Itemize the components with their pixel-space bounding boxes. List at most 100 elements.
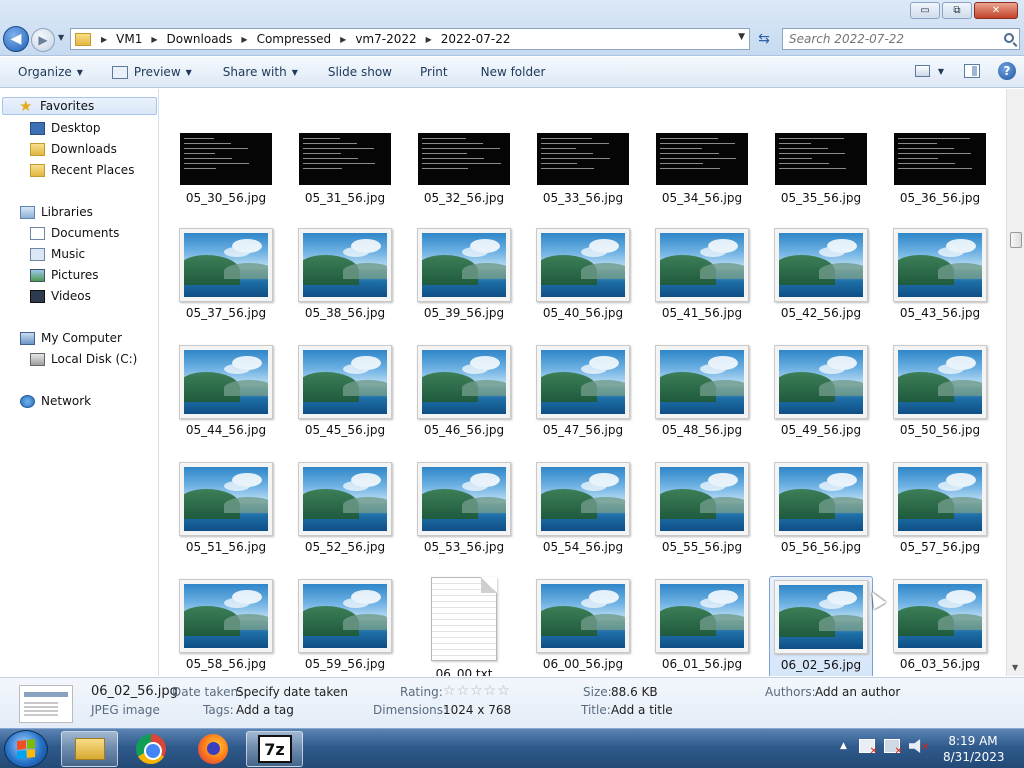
start-button[interactable] (4, 730, 48, 768)
title-value[interactable]: Add a title (611, 703, 673, 717)
recent-pages-dropdown[interactable]: ▼ (58, 33, 64, 42)
nav-downloads[interactable]: Downloads (30, 140, 117, 158)
file-item[interactable]: 05_36_56.jpg (888, 129, 992, 205)
nav-libraries[interactable]: Libraries (20, 203, 93, 221)
slide-show-button[interactable]: Slide show (307, 57, 401, 87)
file-item[interactable]: 05_30_56.jpg (174, 129, 278, 205)
file-item[interactable]: 05_32_56.jpg (412, 129, 516, 205)
view-dropdown-icon[interactable]: ▼ (938, 67, 944, 76)
taskbar-firefox[interactable] (184, 731, 241, 767)
file-item[interactable]: 05_46_56.jpg (412, 345, 516, 437)
file-item[interactable]: 05_39_56.jpg (412, 228, 516, 320)
breadcrumb-item-vm1[interactable]: VM1 (116, 32, 142, 46)
file-item[interactable]: 05_44_56.jpg (174, 345, 278, 437)
chevron-right-icon[interactable]: ▶ (340, 35, 346, 44)
breadcrumb-item-vm7-2022[interactable]: vm7-2022 (355, 32, 416, 46)
taskbar-7zip[interactable]: 7z (246, 731, 303, 767)
file-item[interactable]: 06_01_56.jpg (650, 579, 754, 671)
action-center-icon[interactable] (858, 739, 878, 757)
nav-documents[interactable]: Documents (30, 224, 119, 242)
file-item[interactable]: 05_38_56.jpg (293, 228, 397, 320)
breadcrumb-item-downloads[interactable]: Downloads (167, 32, 233, 46)
nav-network[interactable]: Network (20, 392, 91, 410)
tags-value[interactable]: Add a tag (236, 703, 294, 717)
rating-stars[interactable]: ☆☆☆☆☆ (443, 683, 511, 699)
change-view-icon[interactable] (914, 65, 930, 77)
nav-pictures[interactable]: Pictures (30, 266, 99, 284)
search-icon[interactable] (1004, 33, 1014, 43)
file-item[interactable]: 05_55_56.jpg (650, 462, 754, 554)
file-item[interactable]: 05_52_56.jpg (293, 462, 397, 554)
scroll-down-icon[interactable]: ▼ (1012, 663, 1018, 672)
nav-local-disk[interactable]: Local Disk (C:) (30, 350, 137, 368)
file-item[interactable]: 06_00.txt (412, 577, 516, 676)
clock-date: 8/31/2023 (943, 750, 1005, 764)
clock[interactable]: 8:19 AM 8/31/2023 (943, 733, 1005, 765)
file-item[interactable]: 05_35_56.jpg (769, 129, 873, 205)
chevron-right-icon[interactable]: ▶ (151, 35, 157, 44)
minimize-button[interactable]: ▭ (910, 2, 940, 19)
file-item[interactable]: 05_58_56.jpg (174, 579, 278, 671)
breadcrumb-item-compressed[interactable]: Compressed (257, 32, 332, 46)
volume-icon[interactable]: ✕ (908, 739, 929, 753)
authors-value[interactable]: Add an author (815, 685, 900, 699)
taskbar-explorer[interactable] (61, 731, 118, 767)
nav-videos[interactable]: Videos (30, 287, 91, 305)
vertical-scrollbar[interactable]: ▼ (1006, 89, 1024, 676)
file-item[interactable]: 06_00_56.jpg (531, 579, 635, 671)
file-item[interactable]: 05_59_56.jpg (293, 579, 397, 671)
file-item[interactable]: 05_57_56.jpg (888, 462, 992, 554)
nav-favorites[interactable]: ★ Favorites (2, 97, 157, 115)
file-item[interactable]: 05_31_56.jpg (293, 129, 397, 205)
file-item[interactable]: 05_47_56.jpg (531, 345, 635, 437)
chrome-icon (135, 734, 166, 764)
file-item[interactable]: 05_34_56.jpg (650, 129, 754, 205)
search-input[interactable] (789, 32, 999, 46)
chevron-right-icon[interactable]: ▶ (241, 35, 247, 44)
file-item[interactable]: 05_42_56.jpg (769, 228, 873, 320)
file-item[interactable]: 05_43_56.jpg (888, 228, 992, 320)
nav-desktop[interactable]: Desktop (30, 119, 101, 137)
nav-my-computer[interactable]: My Computer (20, 329, 122, 347)
address-bar[interactable]: ▶ VM1 ▶ Downloads ▶ Compressed ▶ vm7-2022 ▶ … (70, 28, 750, 50)
file-item[interactable]: 05_56_56.jpg (769, 462, 873, 554)
help-icon[interactable]: ? (998, 62, 1016, 80)
file-list[interactable]: 05_30_56.jpg 05_31_56.jpg 05_32_56.jpg 05_3… (160, 89, 1006, 676)
file-item[interactable]: 06_03_56.jpg (888, 579, 992, 671)
share-with-menu[interactable]: Share with ▼ (201, 57, 307, 87)
nav-recent-places[interactable]: Recent Places (30, 161, 134, 179)
maximize-button[interactable]: ⧉ (942, 2, 972, 19)
file-item[interactable]: 05_37_56.jpg (174, 228, 278, 320)
close-button[interactable]: ✕ (974, 2, 1018, 19)
new-folder-button[interactable]: New folder (457, 57, 555, 87)
file-item[interactable]: 05_54_56.jpg (531, 462, 635, 554)
file-item[interactable]: 06_02_56.jpg (769, 576, 873, 676)
taskbar-chrome[interactable] (122, 731, 179, 767)
address-dropdown-icon[interactable]: ▼ (738, 32, 745, 42)
file-item[interactable]: 05_33_56.jpg (531, 129, 635, 205)
breadcrumb-item-2022-07-22[interactable]: 2022-07-22 (441, 32, 511, 46)
forward-button[interactable]: ▶ (31, 28, 55, 52)
show-hidden-icons-icon[interactable]: ▲ (840, 741, 847, 751)
back-button[interactable]: ◀ (3, 26, 29, 52)
file-item[interactable]: 05_53_56.jpg (412, 462, 516, 554)
file-item[interactable]: 05_41_56.jpg (650, 228, 754, 320)
file-item[interactable]: 05_45_56.jpg (293, 345, 397, 437)
file-item[interactable]: 05_48_56.jpg (650, 345, 754, 437)
chevron-right-icon[interactable]: ▶ (101, 35, 107, 44)
preview-menu[interactable]: Preview ▼ (92, 57, 201, 87)
organize-menu[interactable]: Organize ▼ (0, 57, 92, 87)
chevron-right-icon[interactable]: ▶ (426, 35, 432, 44)
file-item[interactable]: 05_49_56.jpg (769, 345, 873, 437)
nav-music[interactable]: Music (30, 245, 85, 263)
file-item[interactable]: 05_40_56.jpg (531, 228, 635, 320)
date-taken-value[interactable]: Specify date taken (236, 685, 348, 699)
file-item[interactable]: 05_50_56.jpg (888, 345, 992, 437)
file-item[interactable]: 05_51_56.jpg (174, 462, 278, 554)
print-button[interactable]: Print (401, 57, 457, 87)
preview-pane-icon[interactable] (964, 64, 980, 78)
search-box[interactable] (782, 28, 1020, 50)
network-status-icon[interactable] (883, 739, 903, 757)
refresh-button[interactable]: ⇆ (752, 28, 776, 50)
scrollbar-thumb[interactable] (1010, 232, 1022, 248)
